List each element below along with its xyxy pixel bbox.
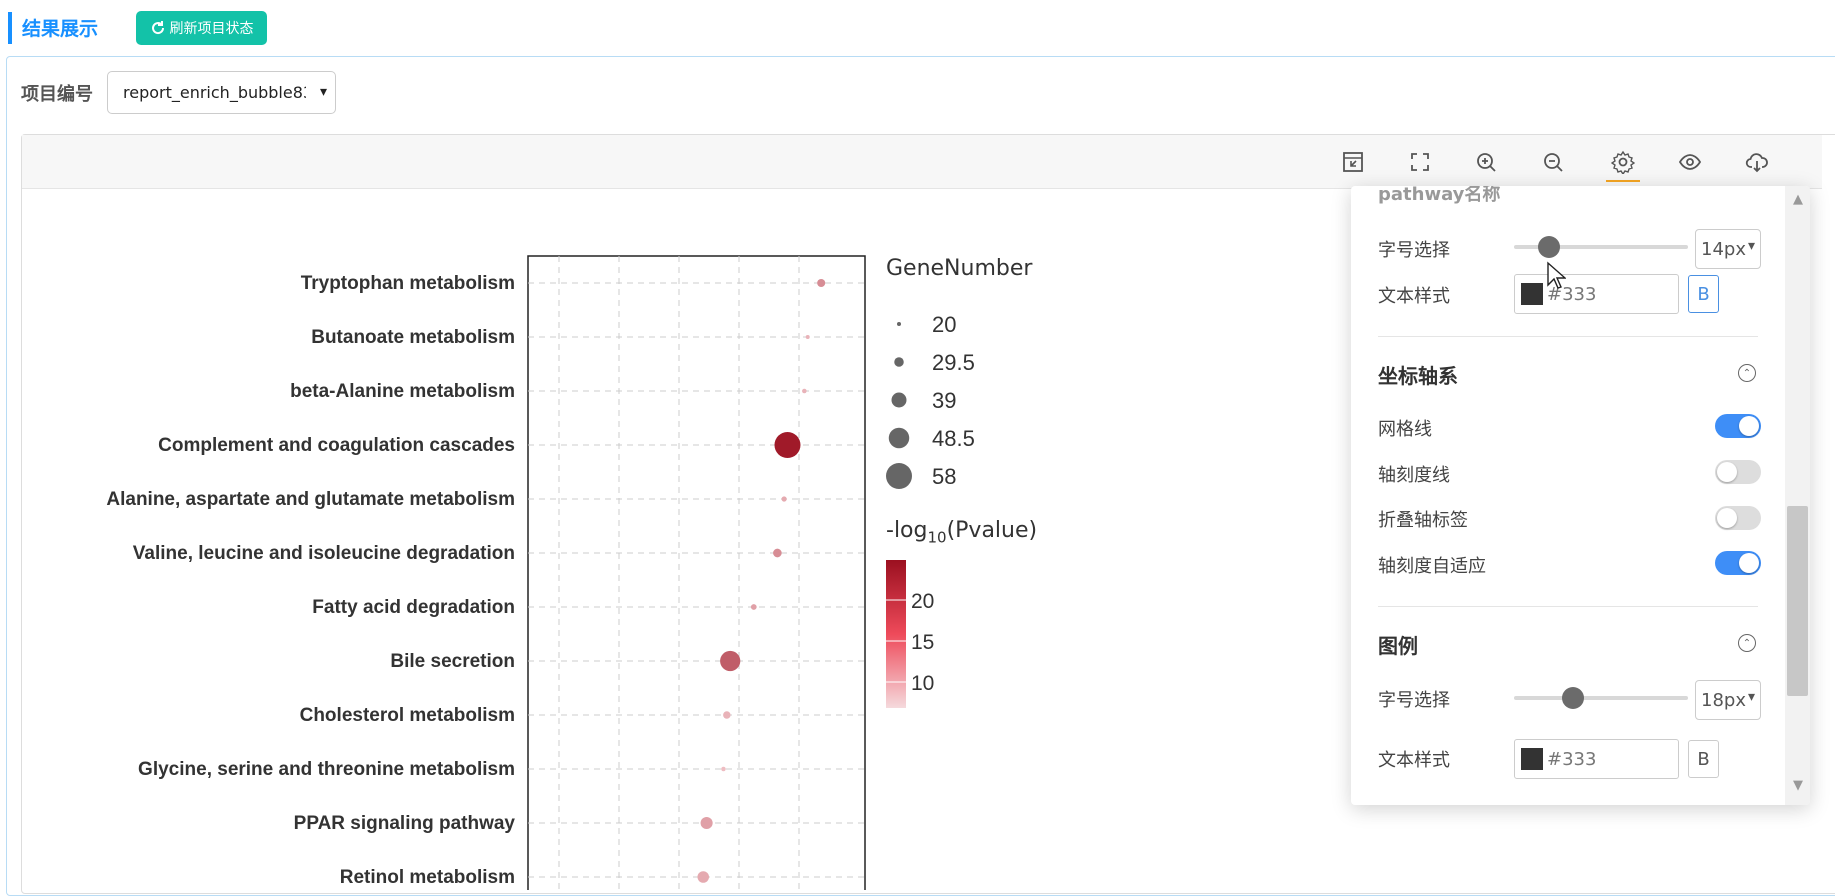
legend-text-color-input[interactable]: #333 — [1514, 739, 1679, 779]
plot-area — [527, 255, 866, 890]
legend-color-title-suffix: (Pvalue) — [946, 518, 1038, 543]
adaptive-label: 轴刻度自适应 — [1378, 556, 1486, 577]
bubble-point — [781, 496, 787, 502]
bubble-point — [750, 604, 757, 610]
chevron-down-icon: ▾ — [1747, 238, 1755, 254]
legend-color-bar — [886, 560, 906, 708]
mouse-cursor-icon — [1547, 261, 1566, 289]
section-legend: 图例 — [1378, 634, 1418, 658]
tick-line-toggle[interactable] — [1715, 460, 1761, 484]
collapse-legend-icon[interactable]: ⌃ — [1738, 634, 1756, 652]
bubble-point — [723, 711, 731, 719]
font-size-slider-knob[interactable] — [1537, 236, 1560, 258]
legend-size-circle — [897, 322, 901, 326]
legend-size-title: GeneNumber — [886, 256, 1033, 281]
bubble-point — [697, 871, 710, 883]
y-tick-label: Valine, leucine and isoleucine degradati… — [133, 543, 515, 564]
grid-toggle-knob — [1739, 416, 1759, 436]
text-color-input[interactable]: #333 — [1514, 274, 1679, 314]
adaptive-toggle[interactable] — [1715, 551, 1761, 575]
bubble-point — [802, 388, 807, 394]
y-tick-label: Cholesterol metabolism — [300, 705, 515, 726]
legend-size-circle — [886, 463, 912, 489]
y-tick-label: Alanine, aspartate and glutamate metabol… — [106, 489, 515, 510]
font-size-select-value: 14px — [1701, 238, 1746, 260]
bold-toggle-button[interactable]: B — [1688, 275, 1719, 313]
font-size-select[interactable]: 14px ▾ — [1695, 229, 1761, 269]
scroll-down-icon[interactable]: ▼ — [1793, 778, 1803, 793]
fold-toggle[interactable] — [1715, 506, 1761, 530]
bubble-point — [773, 548, 782, 558]
bubble-point — [817, 278, 826, 288]
legend-font-size-value: 18px — [1701, 689, 1746, 711]
legend-size-label: 39 — [932, 388, 956, 413]
adaptive-toggle-knob — [1739, 553, 1759, 573]
divider — [1378, 336, 1758, 337]
legend-color-title-sub: 10 — [927, 528, 947, 547]
legend-size-circle — [891, 392, 907, 408]
scroll-up-icon[interactable]: ▲ — [1793, 192, 1803, 207]
y-tick-label: Glycine, serine and threonine metabolism — [138, 759, 515, 780]
legend-color-tick-label: 15 — [911, 631, 934, 654]
legend-font-slider[interactable] — [1514, 696, 1688, 700]
legend-color-title: -log10(Pvalue) — [886, 518, 1037, 546]
legend-size-label: 29.5 — [932, 350, 975, 375]
collapse-axis-icon[interactable]: ⌃ — [1738, 364, 1756, 382]
legend-color-title-prefix: -log — [886, 518, 928, 543]
y-tick-label: Fatty acid degradation — [312, 597, 515, 618]
color-swatch — [1521, 283, 1543, 305]
legend-size-label: 58 — [932, 464, 956, 489]
legend-color-tick-label: 20 — [911, 590, 934, 613]
y-tick-label: Bile secretion — [390, 651, 515, 672]
fold-label: 折叠轴标签 — [1378, 510, 1468, 531]
legend-color-tick-label: 10 — [911, 672, 934, 695]
settings-panel: pathway名称 字号选择 14px ▾ 文本样式 #333 B 坐标轴系 ⌃ … — [1351, 186, 1810, 805]
legend-bold-button[interactable]: B — [1688, 740, 1719, 778]
y-tick-label: Tryptophan metabolism — [301, 273, 515, 294]
legend-size-circle — [894, 357, 904, 367]
grid-toggle[interactable] — [1715, 414, 1761, 438]
divider — [1378, 606, 1758, 607]
bubble-point — [720, 650, 741, 672]
y-tick-label: PPAR signaling pathway — [294, 813, 516, 834]
settings-scrollbar[interactable]: ▲ ▼ — [1785, 186, 1810, 805]
y-tick-label: Retinol metabolism — [340, 867, 515, 888]
tick-line-toggle-knob — [1717, 462, 1737, 482]
y-tick-label: beta-Alanine metabolism — [290, 381, 515, 402]
y-tick-label: Complement and coagulation cascades — [158, 435, 515, 456]
legend-font-slider-knob[interactable] — [1562, 687, 1585, 709]
chevron-down-icon: ▾ — [1747, 689, 1755, 705]
bubble-point — [774, 432, 801, 458]
scrollbar-thumb[interactable] — [1787, 506, 1808, 696]
legend-font-size-label: 字号选择 — [1378, 690, 1450, 711]
tick-line-label: 轴刻度线 — [1378, 465, 1450, 486]
color-swatch — [1521, 748, 1543, 770]
y-tick-label: Butanoate metabolism — [311, 327, 515, 348]
legend-font-size-select[interactable]: 18px ▾ — [1695, 680, 1761, 720]
legend-size-label: 20 — [932, 312, 956, 337]
fold-toggle-knob — [1717, 508, 1737, 528]
grid-label: 网格线 — [1378, 419, 1432, 440]
section-pathway-name: pathway名称 — [1378, 186, 1501, 205]
bubble-point — [805, 335, 810, 339]
bubble-point — [700, 816, 713, 830]
bubble-point — [721, 766, 726, 772]
font-size-label: 字号选择 — [1378, 240, 1450, 261]
legend-size-label: 48.5 — [932, 426, 975, 451]
section-axis: 坐标轴系 — [1378, 364, 1458, 388]
text-style-label: 文本样式 — [1378, 286, 1450, 307]
legend-text-style-label: 文本样式 — [1378, 750, 1450, 771]
legend-text-color-value: #333 — [1547, 748, 1597, 770]
legend-size-circle — [888, 427, 910, 449]
